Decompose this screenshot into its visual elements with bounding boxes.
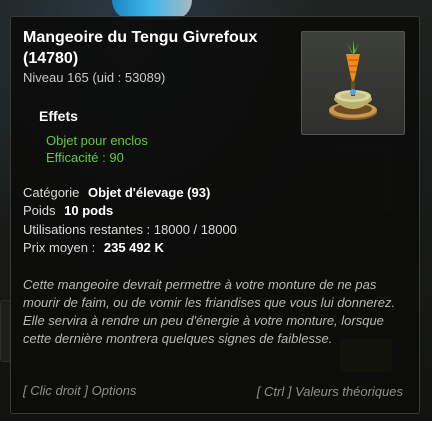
options-hint: [ Clic droit ] Options [23,383,137,398]
item-thumbnail [301,31,405,135]
item-tooltip: Mangeoire du Tengu Givrefoux (14780) Niv… [10,16,420,414]
item-name: Mangeoire du Tengu Givrefoux [23,29,258,46]
effect-line: Efficacité : 90 [46,150,124,165]
theoretical-values-hint: [ Ctrl ] Valeurs théoriques [256,384,403,399]
weight-value: 10 pods [64,203,114,218]
item-title: Mangeoire du Tengu Givrefoux (14780) [23,27,283,69]
category-value: Objet d'élevage (93) [88,185,211,200]
effects-heading: Effets [39,108,78,124]
game-screen: Mangeoire du Tengu Givrefoux (14780) Niv… [0,0,432,421]
price-label: Prix moyen : [23,240,96,255]
category-label: Catégorie [23,185,80,200]
price-value: 235 492 K [103,240,164,255]
effect-line: Objet pour enclos [46,133,148,148]
uses-label: Utilisations restantes : 18000 / 18000 [23,222,237,237]
uses-row: Utilisations restantes : 18000 / 18000 [23,222,237,237]
item-description: Cette mangeoire devrait permettre à votr… [23,277,396,346]
weight-row: Poids 10 pods [23,203,113,218]
item-level: Niveau 165 (uid : 53089) [23,70,166,85]
item-id: (14780) [23,50,79,67]
carrot-feeder-icon [329,40,377,120]
weight-label: Poids [23,203,56,218]
category-row: Catégorie Objet d'élevage (93) [23,185,210,200]
price-row: Prix moyen : 235 492 K [23,240,164,255]
